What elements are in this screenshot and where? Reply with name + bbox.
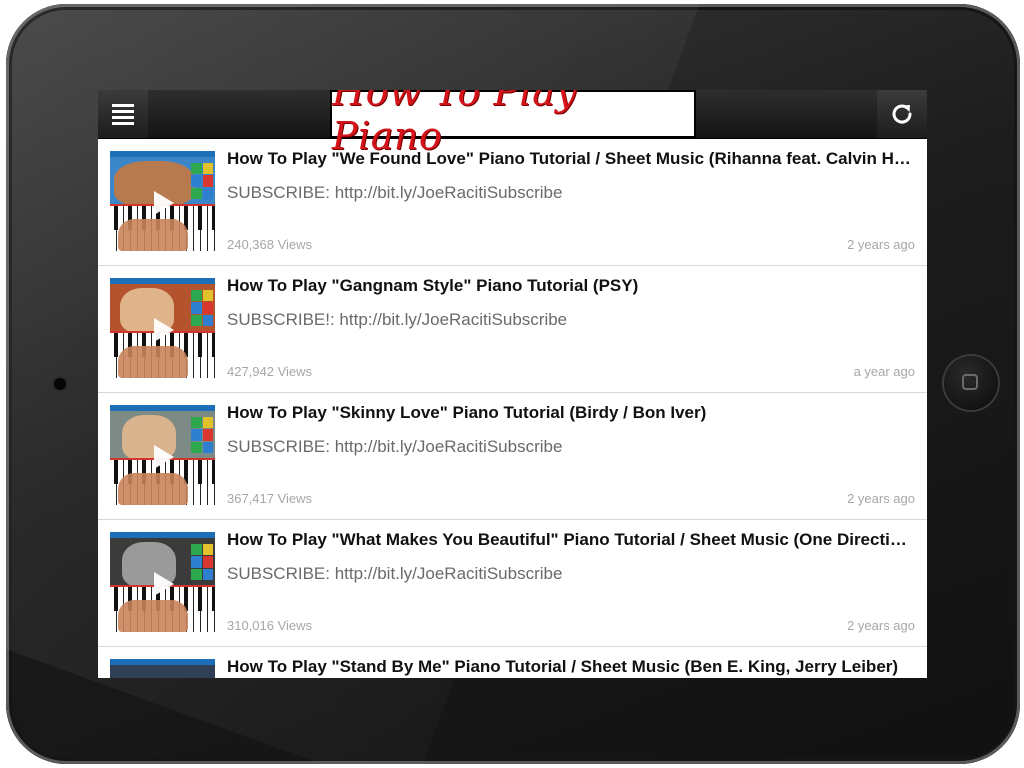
- video-age: 2 years ago: [847, 491, 915, 506]
- video-description: SUBSCRIBE: http://bit.ly/JoeRacitiSubscr…: [227, 564, 563, 583]
- refresh-icon: [892, 104, 912, 124]
- refresh-button[interactable]: [877, 90, 927, 138]
- play-icon: [154, 445, 174, 469]
- video-title[interactable]: How To Play "What Makes You Beautiful" P…: [227, 530, 915, 550]
- video-title[interactable]: How To Play "Stand By Me" Piano Tutorial…: [227, 657, 915, 677]
- home-button[interactable]: [944, 356, 998, 410]
- video-views: 367,417 Views: [227, 491, 313, 506]
- video-age: 2 years ago: [847, 237, 915, 252]
- video-title[interactable]: How To Play "Gangnam Style" Piano Tutori…: [227, 276, 915, 296]
- menu-button[interactable]: [98, 90, 148, 138]
- video-description: SUBSCRIBE: http://bit.ly/JoeRacitiSubscr…: [227, 183, 563, 202]
- menu-icon: [112, 103, 134, 125]
- video-description: SUBSCRIBE!: http://bit.ly/JoeRacitiSubsc…: [227, 310, 568, 329]
- video-title[interactable]: How To Play "Skinny Love" Piano Tutorial…: [227, 403, 915, 423]
- toolbar: How To Play Piano: [98, 90, 927, 158]
- video-item[interactable]: How To Play "Gangnam Style" Piano Tutori…: [98, 266, 927, 393]
- camera-icon: [54, 378, 66, 390]
- play-icon: [154, 572, 174, 596]
- video-list: How To Play "We Found Love" Piano Tutori…: [98, 139, 927, 678]
- video-age: a year ago: [853, 364, 915, 379]
- video-item[interactable]: How To Play "What Makes You Beautiful" P…: [98, 520, 927, 647]
- video-thumbnail[interactable]: [110, 532, 215, 632]
- play-icon: [154, 191, 174, 215]
- video-thumbnail[interactable]: [110, 151, 215, 251]
- video-thumbnail[interactable]: [110, 405, 215, 505]
- play-icon: [154, 318, 174, 342]
- video-item[interactable]: How To Play "We Found Love" Piano Tutori…: [98, 139, 927, 266]
- video-thumbnail[interactable]: [110, 659, 215, 678]
- video-age: 2 years ago: [847, 618, 915, 633]
- app-screen: How To Play Piano How To Play "We Found …: [98, 90, 927, 678]
- video-views: 427,942 Views: [227, 364, 313, 379]
- video-views: 310,016 Views: [227, 618, 313, 633]
- video-views: 240,368 Views: [227, 237, 313, 252]
- video-thumbnail[interactable]: [110, 278, 215, 378]
- video-description: SUBSCRIBE: http://bit.ly/JoeRacitiSubscr…: [227, 437, 563, 456]
- video-item[interactable]: How To Play "Stand By Me" Piano Tutorial…: [98, 647, 927, 678]
- home-square-icon: [962, 374, 978, 390]
- video-item[interactable]: How To Play "Skinny Love" Piano Tutorial…: [98, 393, 927, 520]
- app-logo: How To Play Piano: [330, 90, 696, 158]
- video-title[interactable]: How To Play "We Found Love" Piano Tutori…: [227, 149, 915, 169]
